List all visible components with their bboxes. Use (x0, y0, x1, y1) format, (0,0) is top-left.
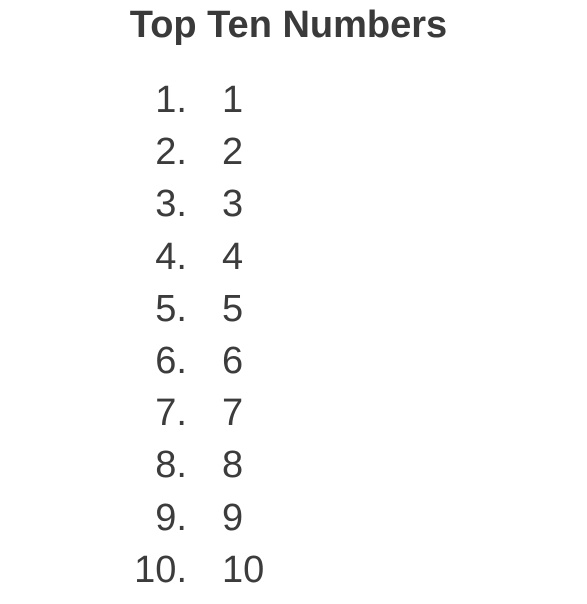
list-item-value: 3 (222, 183, 244, 226)
list-item-value: 10 (222, 548, 265, 591)
list-item-value: 6 (222, 339, 244, 382)
list-item: 2. 2 (0, 126, 587, 178)
numbered-list: 1. 1 2. 2 3. 3 4. 4 5. 5 6. 6 7. 7 8. 8 … (0, 74, 587, 596)
list-item: 9. 9 (0, 492, 587, 544)
list-item-index: 5. (155, 287, 187, 330)
list-item-index: 8. (155, 444, 187, 487)
list-item-index: 4. (155, 235, 187, 278)
list-item: 5. 5 (0, 283, 587, 335)
list-item-index: 9. (155, 496, 187, 539)
list-item: 10. 10 (0, 544, 587, 596)
list-item-index: 10. (134, 548, 187, 591)
list-item-value: 7 (222, 392, 244, 435)
list-item-value: 9 (222, 496, 244, 539)
list-item: 4. 4 (0, 231, 587, 283)
list-item-index: 6. (155, 339, 187, 382)
list-item-index: 2. (155, 131, 187, 174)
list-item: 3. 3 (0, 178, 587, 230)
list-item-index: 1. (155, 79, 187, 121)
list-item-value: 1 (222, 79, 244, 121)
list-item: 7. 7 (0, 387, 587, 439)
list-item: 1. 1 (0, 74, 587, 126)
list-item-value: 5 (222, 287, 244, 330)
page-title: Top Ten Numbers (129, 4, 448, 46)
list-item-value: 8 (222, 444, 244, 487)
list-item-value: 2 (222, 131, 244, 174)
list-item-value: 4 (222, 235, 244, 278)
list-item: 8. 8 (0, 439, 587, 491)
list-item-index: 3. (155, 183, 187, 226)
list-item: 6. 6 (0, 335, 587, 387)
list-item-index: 7. (155, 392, 187, 435)
